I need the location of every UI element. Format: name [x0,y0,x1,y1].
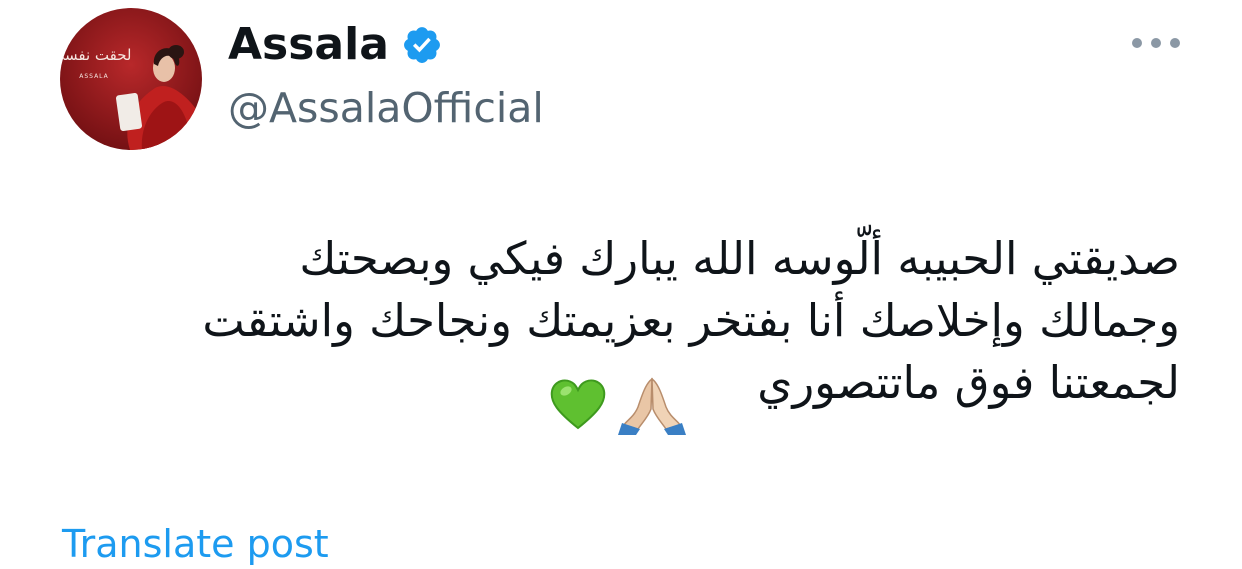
svg-text:لحقت نفسي: لحقت نفسي [60,46,131,65]
author-handle[interactable]: @AssalaOfficial [228,82,544,134]
green-heart-emoji-icon [548,374,608,438]
folded-hands-emoji-icon [616,373,688,439]
translate-post-link[interactable]: Translate post [62,520,329,568]
post-card: لحقت نفسي ASSALA Assala @AssalaOfficial … [0,0,1242,569]
author-block: Assala @AssalaOfficial [228,18,544,134]
avatar-image: لحقت نفسي ASSALA [60,8,202,150]
verified-badge-icon[interactable] [401,24,443,66]
avatar[interactable]: لحقت نفسي ASSALA [60,8,202,150]
svg-text:ASSALA: ASSALA [79,73,109,80]
more-dot [1151,38,1161,48]
more-dot [1170,38,1180,48]
more-options-icon[interactable] [1132,28,1180,58]
author-display-name[interactable]: Assala [228,18,389,72]
author-name-row: Assala [228,18,544,72]
post-emoji-row [548,373,688,439]
more-dot [1132,38,1142,48]
